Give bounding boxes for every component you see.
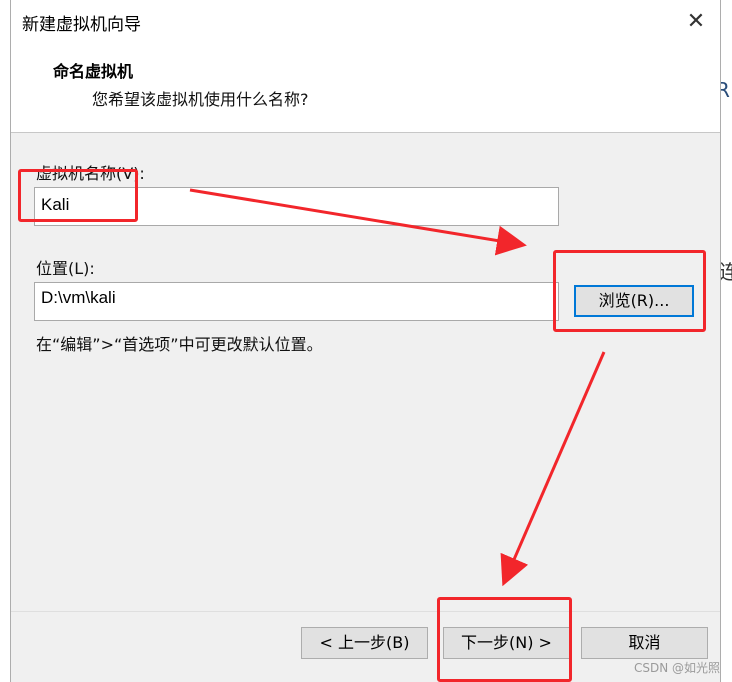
- arrow-to-browse: [189, 188, 527, 256]
- watermark: CSDN @如光照: [633, 661, 720, 675]
- annotation-arrows: [189, 188, 606, 587]
- arrow-to-next: [500, 351, 606, 587]
